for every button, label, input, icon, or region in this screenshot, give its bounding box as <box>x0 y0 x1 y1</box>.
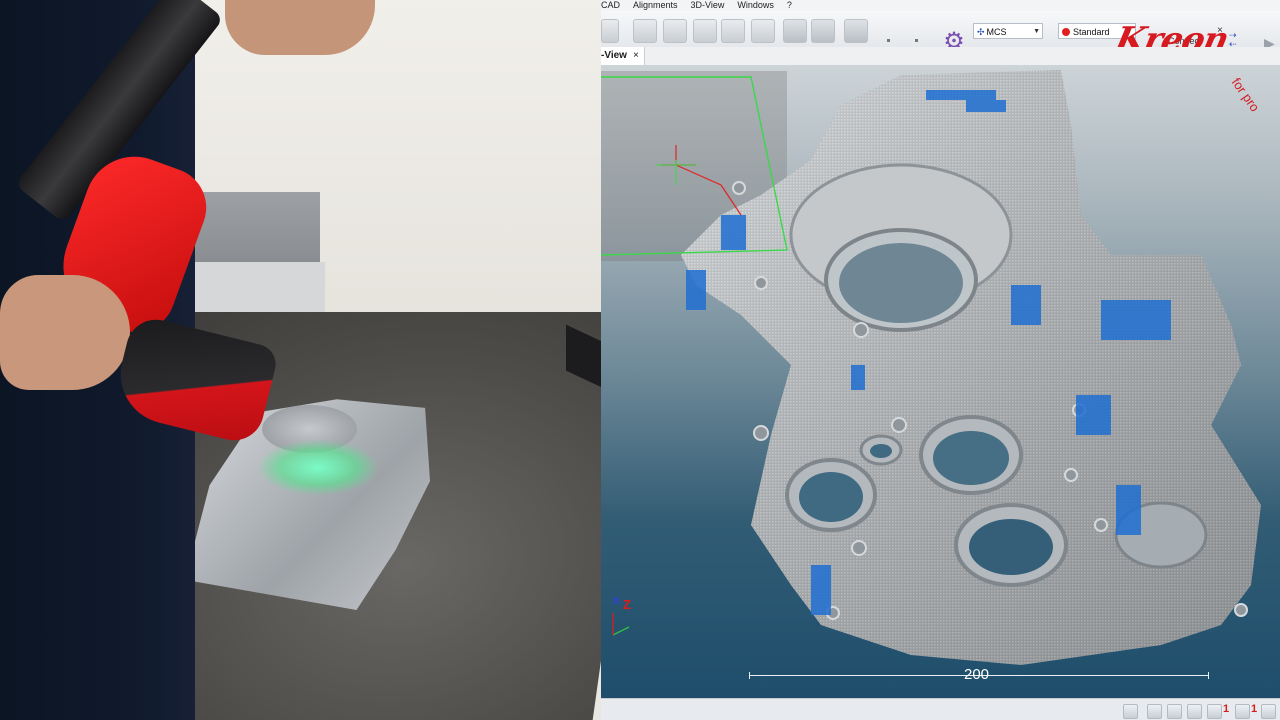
box-icon[interactable] <box>633 19 657 43</box>
scale-tick <box>1208 672 1209 679</box>
menu-alignments[interactable]: Alignments <box>633 0 678 10</box>
close-icon[interactable]: × <box>1217 25 1223 36</box>
scan-icon[interactable] <box>1167 704 1182 719</box>
scale-tick <box>749 672 750 679</box>
multi-cube-icon[interactable] <box>721 19 745 43</box>
status-badge: 1 <box>1251 703 1258 715</box>
tab-bar: -View × <box>601 47 1280 66</box>
solid-cube-icon[interactable] <box>783 19 807 43</box>
camera-feed-photo <box>0 0 601 720</box>
tab-3d-view[interactable]: -View × <box>601 47 645 65</box>
status-bar: 1 1 <box>601 698 1280 720</box>
probe-icon[interactable] <box>1207 704 1222 719</box>
axis-x-label: X <box>613 596 620 607</box>
diamond-icon[interactable] <box>751 19 775 43</box>
point-icon[interactable] <box>915 39 918 42</box>
settings-icon[interactable] <box>1235 704 1250 719</box>
status-dot-icon <box>1062 28 1070 36</box>
cross-arrows-icon[interactable] <box>844 19 868 43</box>
toolbar: ⚙ ✣ MCS ▼ Standard Connect Kreon × ⇢ ⇠ ▶ <box>601 11 1280 60</box>
operator-arm <box>0 275 130 390</box>
operator-hand <box>225 0 375 55</box>
3d-viewport[interactable]: for pro X Z 200 <box>601 65 1280 698</box>
grid-icon[interactable] <box>1123 704 1138 719</box>
scale-value: 200 <box>964 666 990 683</box>
cylinder-icon[interactable] <box>663 19 687 43</box>
menu-3d-view[interactable]: 3D-View <box>691 0 725 10</box>
status-badge: 1 <box>1223 703 1230 715</box>
axis-z-label: Z <box>623 597 631 612</box>
point-icon[interactable] <box>887 39 890 42</box>
axes-icon: ✣ <box>977 27 985 37</box>
laser-line <box>258 440 378 495</box>
coordinate-system-select[interactable]: ✣ MCS ▼ <box>973 23 1043 39</box>
point-cloud-scan <box>601 70 1261 665</box>
export-icon[interactable] <box>1261 704 1276 719</box>
menu-help[interactable]: ? <box>787 0 792 10</box>
selection-icon[interactable] <box>601 19 619 43</box>
menu-cad[interactable]: CAD <box>601 0 620 10</box>
menu-windows[interactable]: Windows <box>737 0 774 10</box>
measure-icon[interactable] <box>1187 704 1202 719</box>
menu-bar: CAD Alignments 3D-View Windows? <box>601 0 1280 11</box>
axis-triad <box>612 613 630 636</box>
cube-icon[interactable] <box>693 19 717 43</box>
tab-close-icon[interactable]: × <box>633 50 639 61</box>
scanning-software-window: CAD Alignments 3D-View Windows? ⚙ ✣ MCS ▼ Sta… <box>601 0 1280 720</box>
chevron-down-icon: ▼ <box>1033 28 1040 35</box>
view-icon[interactable] <box>1147 704 1162 719</box>
probe-crosshair <box>661 145 742 216</box>
wireframe-cube-icon[interactable] <box>811 19 835 43</box>
